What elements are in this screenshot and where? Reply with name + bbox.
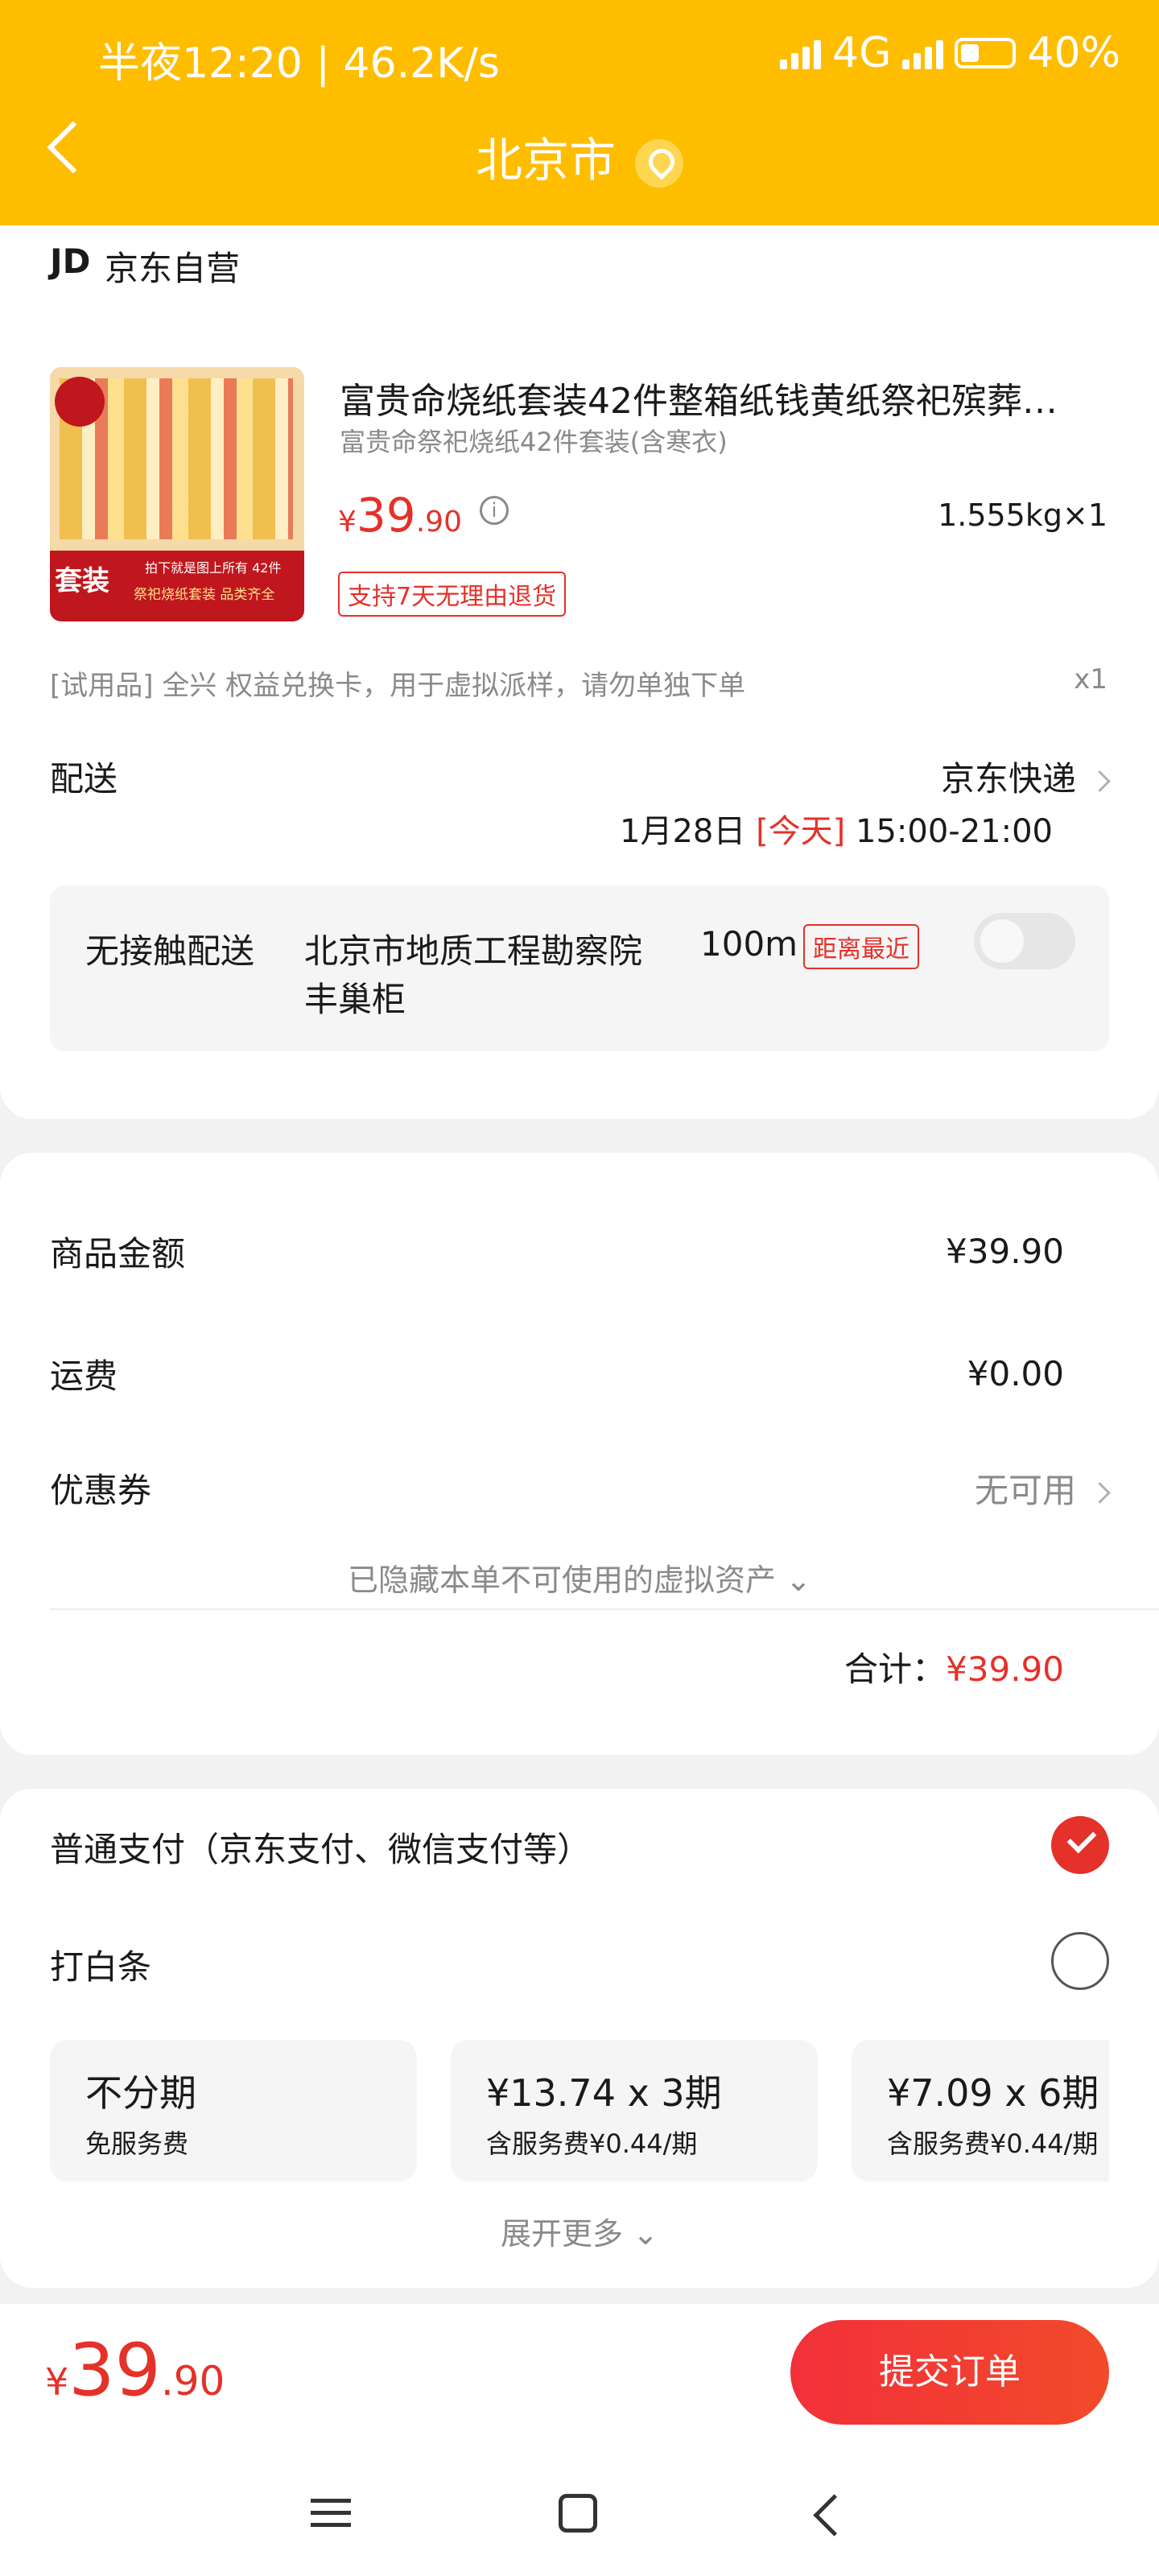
thumb-seal-icon [55,377,105,427]
checkmark-icon [1066,1823,1097,1854]
hidden-assets-toggle[interactable]: 已隐藏本单不可使用的虚拟资产 ⌄ [0,1555,1159,1600]
system-nav-bar [0,2447,1159,2576]
delivery-window: 15:00-21:00 [856,813,1053,850]
normal-payment-check-icon[interactable] [1051,1816,1109,1874]
product-thumbnail[interactable]: 套装 拍下就是图上所有 42件 祭祀烧纸套装 品类齐全 [50,367,304,621]
price-info-icon[interactable]: i [480,496,509,525]
locker-distance: 100m [700,924,798,964]
header-bar: 半夜12:20 | 46.2K/s 4G 40% 北京市 [0,0,1159,225]
installment-sub: 含服务费¥0.44/期 [486,2128,698,2159]
toggle-knob [980,919,1024,963]
nearest-tag: 距离最近 [803,924,919,969]
normal-payment-label[interactable]: 普通支付（京东支付、微信支付等） [50,1823,591,1872]
product-price-dec: .90 [415,506,462,539]
network-type: 4G [832,29,892,77]
product-weight-qty: 1.555kg×1 [938,497,1107,533]
thumb-badge: 套装 [55,565,109,597]
delivery-carrier-text: 京东快递 [940,759,1076,799]
divider [50,1608,1159,1610]
footer-price: ¥39.90 [45,2328,225,2413]
trial-item-text: [试用品] 全兴 权益兑换卡，用于虚拟派样，请勿单独下单 [50,670,746,702]
chevron-right-icon [1089,1482,1111,1504]
shipping-label: 运费 [50,1356,118,1396]
return-policy-text: 支持7天无理由退货 [338,572,567,617]
baitiao-label[interactable]: 打白条 [50,1940,151,1989]
thumb-caption-2: 祭祀烧纸套装 品类齐全 [134,587,275,603]
installment-option[interactable]: 不分期 免服务费 [50,2040,417,2182]
delivery-carrier[interactable]: 京东快递 [940,752,1111,801]
page-title-text: 北京市 [475,133,616,188]
installment-title: 不分期 [85,2071,196,2115]
home-icon[interactable] [559,2494,597,2533]
return-policy-tag: 支持7天无理由退货 [338,572,567,617]
shop-name[interactable]: 京东自营 [105,242,240,291]
total: 合计：¥39.90 [844,1642,1064,1691]
chevron-down-icon: ⌄ [776,1563,811,1598]
goods-amount-value: ¥39.90 [946,1232,1064,1271]
footer-price-symbol: ¥ [45,2360,69,2404]
goods-amount-label: 商品金额 [50,1234,186,1274]
installment-title: ¥7.09 x 6期 [887,2071,1099,2115]
contactless-label: 无接触配送 [85,931,255,971]
status-time-speed: 半夜12:20 | 46.2K/s [98,39,500,88]
installment-sub: 含服务费¥0.44/期 [887,2128,1099,2159]
total-value: ¥39.90 [946,1649,1064,1689]
back-nav-icon[interactable] [813,2494,856,2537]
delivery-label: 配送 [50,759,118,799]
baitiao-radio[interactable] [1051,1932,1109,1990]
locker-address: 北京市地质工程勘察院 [304,931,643,971]
expand-more-text: 展开更多 [501,2216,624,2252]
battery-icon [955,38,1017,68]
status-right: 4G 40% [780,29,1120,77]
total-label: 合计： [844,1649,947,1689]
installment-option[interactable]: ¥13.74 x 3期 含服务费¥0.44/期 [451,2040,818,2182]
footer-price-dec: .90 [160,2358,225,2405]
hidden-assets-text: 已隐藏本单不可使用的虚拟资产 [348,1563,777,1598]
expand-more-button[interactable]: 展开更多 ⌄ [0,2209,1159,2253]
delivery-date: 1月28日 [620,813,746,850]
signal-icon-2 [902,37,944,69]
thumb-caption-1: 拍下就是图上所有 42件 [145,560,282,576]
location-icon[interactable] [635,138,683,188]
coupon-value: 无可用 [974,1471,1076,1510]
chevron-right-icon [1089,770,1111,792]
installment-sub: 免服务费 [85,2128,189,2159]
product-price-int: 39 [356,488,416,543]
battery-level: 40% [1027,29,1120,77]
locker-name: 丰巢柜 [304,980,406,1019]
jd-logo: JD [50,242,91,281]
product-price-symbol: ¥ [338,506,357,539]
product-variant: 富贵命祭祀烧纸42件套装(含寒衣) [340,427,728,457]
installment-option[interactable]: ¥7.09 x 6期 含服务费¥0.44/期 [852,2040,1109,2182]
coupon-label: 优惠券 [50,1471,152,1510]
trial-item-qty: x1 [1074,663,1107,696]
delivery-today: [今天] [756,813,846,850]
contactless-toggle[interactable] [974,913,1075,969]
coupon-selector[interactable]: 无可用 [974,1463,1111,1513]
product-title[interactable]: 富贵命烧纸套装42件整箱纸钱黄纸祭祀殡葬… [340,372,1058,423]
footer-price-int: 39 [68,2328,161,2413]
page-title: 北京市 [0,122,1159,190]
installment-title: ¥13.74 x 3期 [486,2071,722,2115]
signal-icon [780,37,822,69]
submit-order-button[interactable]: 提交订单 [790,2320,1109,2425]
product-price: ¥39.90 [338,488,462,543]
delivery-time[interactable]: 1月28日 [今天] 15:00-21:00 [620,805,1053,852]
menu-icon[interactable] [311,2499,351,2527]
nearest-tag-text: 距离最近 [803,924,919,969]
chevron-down-icon: ⌄ [623,2216,658,2252]
shipping-value: ¥0.00 [967,1354,1064,1393]
